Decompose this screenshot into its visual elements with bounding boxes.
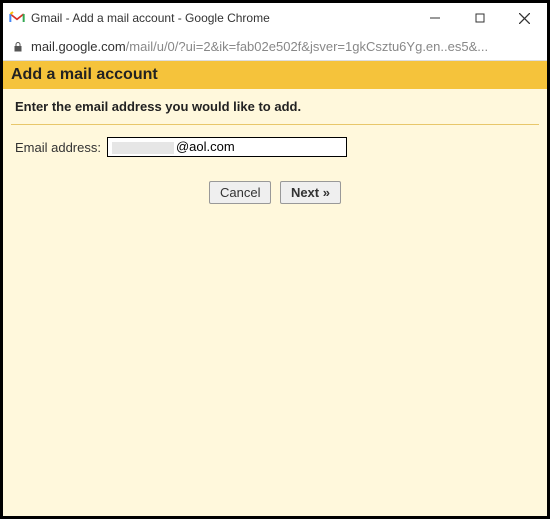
url-path: /mail/u/0/?ui=2&ik=fab02e502f&jsver=1gkC…: [126, 39, 488, 54]
lock-icon: [11, 40, 25, 54]
close-button[interactable]: [502, 3, 547, 33]
url-host: mail.google.com: [31, 39, 126, 54]
minimize-button[interactable]: [412, 3, 457, 33]
button-row: Cancel Next »: [3, 169, 547, 216]
redacted-segment: [112, 142, 174, 154]
window-controls: [412, 3, 547, 33]
cancel-button[interactable]: Cancel: [209, 181, 271, 204]
email-value-suffix: @aol.com: [176, 139, 235, 154]
next-button[interactable]: Next »: [280, 181, 341, 204]
window-titlebar: Gmail - Add a mail account - Google Chro…: [3, 3, 547, 33]
email-label: Email address:: [15, 140, 101, 155]
window-title: Gmail - Add a mail account - Google Chro…: [31, 11, 270, 25]
email-row: Email address: @aol.com: [3, 125, 547, 169]
email-field[interactable]: @aol.com: [107, 137, 347, 157]
page-instruction: Enter the email address you would like t…: [3, 89, 547, 120]
page-heading: Add a mail account: [3, 61, 547, 89]
maximize-button[interactable]: [457, 3, 502, 33]
address-bar[interactable]: mail.google.com/mail/u/0/?ui=2&ik=fab02e…: [3, 33, 547, 61]
chrome-window: Gmail - Add a mail account - Google Chro…: [0, 0, 550, 519]
gmail-favicon-icon: [9, 10, 25, 26]
page-content: Add a mail account Enter the email addre…: [3, 61, 547, 516]
